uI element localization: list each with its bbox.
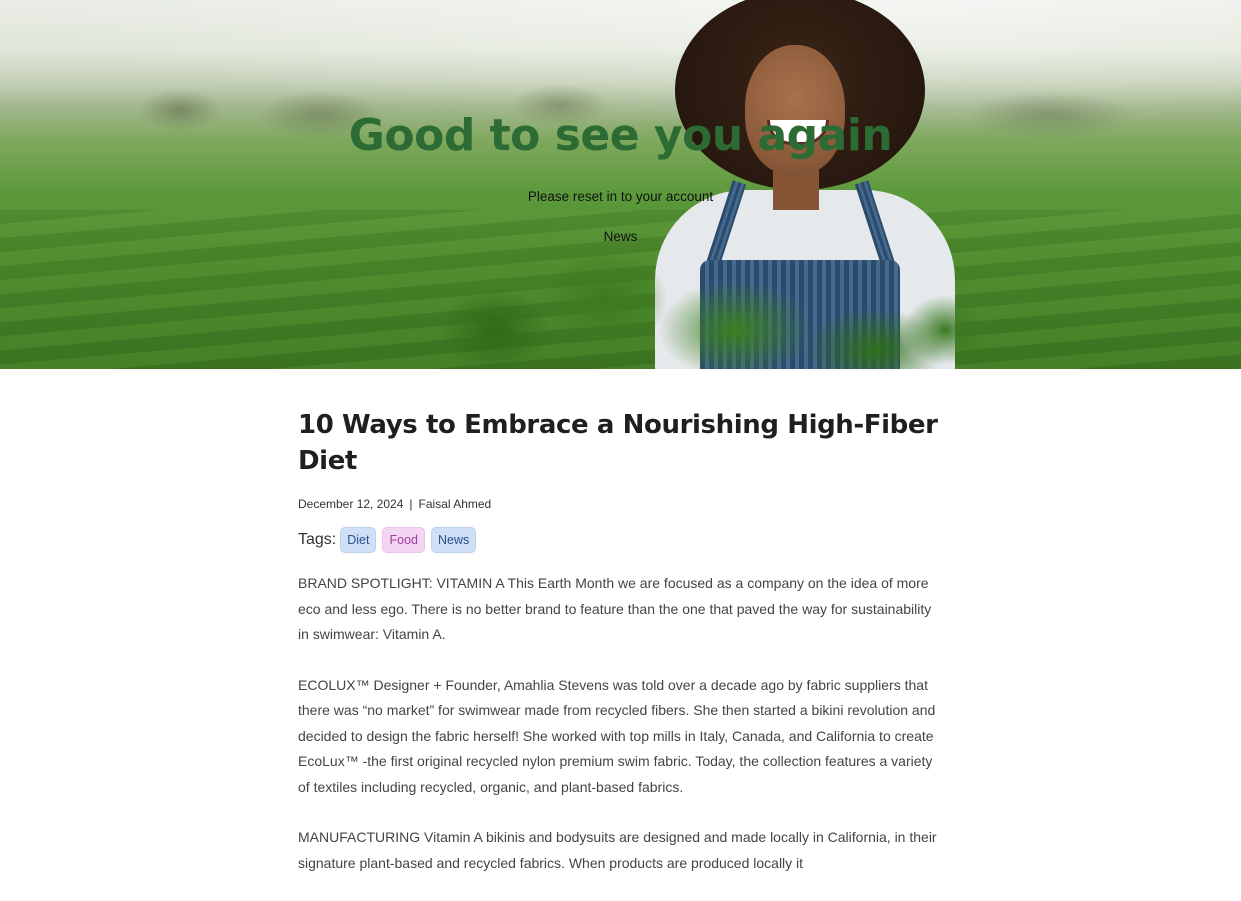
tag-food[interactable]: Food xyxy=(382,527,425,553)
hero-content: Good to see you again Please reset in to… xyxy=(0,0,1241,369)
article-paragraph: BRAND SPOTLIGHT: VITAMIN A This Earth Mo… xyxy=(298,575,932,642)
article-paragraph: ECOLUX™ Designer + Founder, Amahlia Stev… xyxy=(298,676,936,795)
article-date: December 12, 2024 xyxy=(298,497,404,511)
article-body: BRAND SPOTLIGHT: VITAMIN A This Earth Mo… xyxy=(298,571,943,876)
meta-separator: | xyxy=(409,497,413,511)
article-paragraph: MANUFACTURING Vitamin A bikinis and body… xyxy=(298,829,937,871)
hero-subtitle: Please reset in to your account xyxy=(527,189,714,204)
article-meta: December 12, 2024 | Faisal Ahmed xyxy=(298,497,943,511)
article: 10 Ways to Embrace a Nourishing High-Fib… xyxy=(298,407,943,901)
tag-news[interactable]: News xyxy=(430,527,477,553)
article-title: 10 Ways to Embrace a Nourishing High-Fib… xyxy=(298,410,938,476)
tags-label: Tags: xyxy=(298,531,337,548)
hero-category: News xyxy=(603,229,638,244)
tag-diet[interactable]: Diet xyxy=(340,527,377,553)
hero-banner: Good to see you again Please reset in to… xyxy=(0,0,1241,369)
hero-title: Good to see you again xyxy=(348,110,893,161)
article-tags: Tags: Diet Food News xyxy=(298,527,943,553)
article-author[interactable]: Faisal Ahmed xyxy=(419,497,492,511)
